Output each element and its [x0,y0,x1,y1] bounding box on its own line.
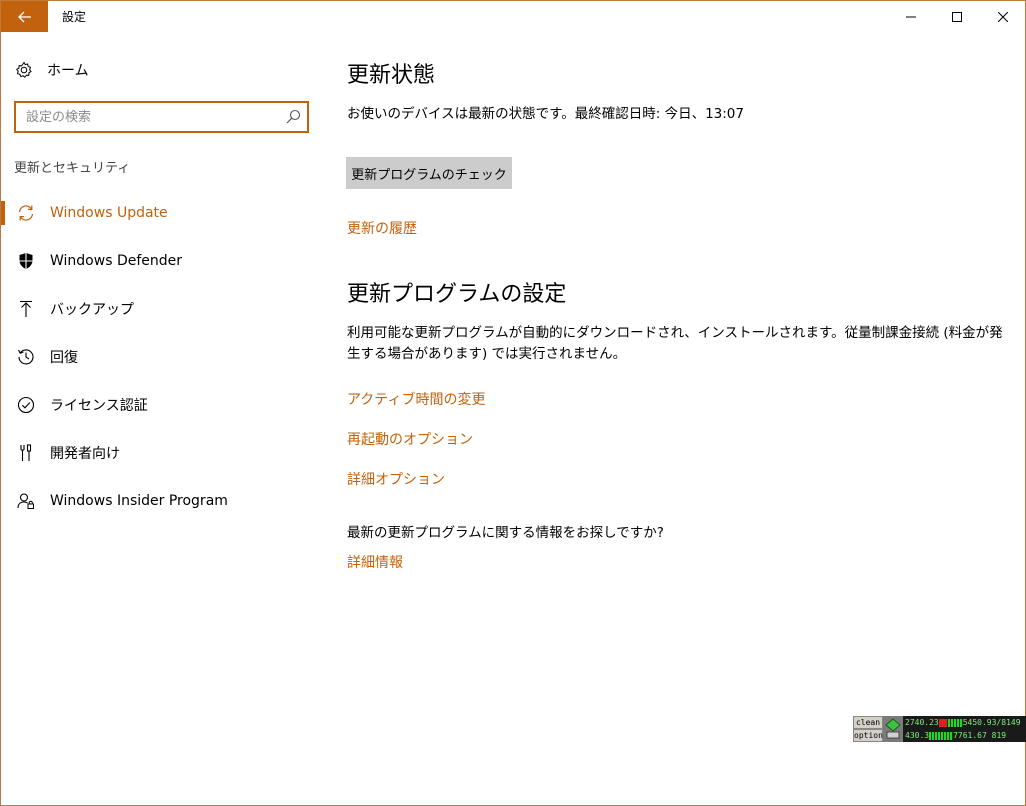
settings-window: 設定 ホーム 更新とセキュリティ [0,0,1026,806]
widget-row-1: 2740.23 5450.93/8149 [905,716,1026,729]
sidebar-item-label: 回復 [50,350,78,366]
widget-buttons: clean option [853,716,883,742]
widget-readouts: 2740.23 5450.93/8149 430.3 7761.67 819 [903,716,1026,742]
chip-icon [885,718,901,739]
close-button[interactable] [980,1,1025,32]
active-indicator [1,201,5,225]
cpu-meter [938,718,963,727]
sidebar-item-label: Windows Update [50,205,168,221]
check-for-updates-button[interactable]: 更新プログラムのチェック [346,157,512,189]
widget-row-2: 430.3 7761.67 819 [905,729,1026,742]
title-bar: 設定 [1,1,1025,32]
memory-icon[interactable] [883,716,903,742]
sidebar-item-developers[interactable]: 開発者向け [1,433,321,473]
option-button[interactable]: option [853,729,883,742]
home-nav-item[interactable]: ホーム [15,59,89,81]
sidebar-item-windows-update[interactable]: Windows Update [1,193,321,233]
sidebar-item-activation[interactable]: ライセンス認証 [1,385,321,425]
minimize-icon [906,16,916,17]
search-box[interactable] [14,101,309,133]
insider-user-icon [17,493,34,509]
restart-options-link[interactable]: 再起動のオプション [347,429,473,449]
gear-icon [16,61,32,78]
maximize-button[interactable] [934,1,980,32]
sidebar-item-backup[interactable]: バックアップ [1,289,321,329]
update-settings-description: 利用可能な更新プログラムが自動的にダウンロードされ、インストールされます。従量制… [347,325,1003,362]
more-info-link[interactable]: 詳細情報 [347,552,403,572]
developer-tools-icon [20,444,32,461]
system-monitor-widget: clean option 2740.23 5450.93/8149 430.3 77… [853,716,1026,742]
sync-icon [18,205,34,221]
sidebar-item-windows-defender[interactable]: Windows Defender [1,241,321,281]
home-label: ホーム [47,63,89,79]
sidebar-item-label: バックアップ [50,302,134,318]
sidebar-item-label: 開発者向け [50,446,120,462]
section-heading: 更新とセキュリティ [14,161,131,176]
swap-value: 7761.67 819 [953,731,1007,740]
clean-button[interactable]: clean [853,716,883,729]
history-icon [18,349,34,365]
window-title: 設定 [62,10,87,24]
info-question: 最新の更新プログラムに関する情報をお探しですか? [347,525,664,541]
memory-value: 5450.93/8149 [962,718,1021,727]
search-icon[interactable] [286,109,301,124]
active-hours-link[interactable]: アクティブ時間の変更 [347,389,485,409]
sidebar-item-label: ライセンス認証 [50,398,148,414]
disk-meter [929,731,954,740]
cpu-value: 2740.23 [905,718,939,727]
update-status-text: お使いのデバイスは最新の状態です。最終確認日時: 今日、13:07 [347,106,744,122]
sidebar-item-recovery[interactable]: 回復 [1,337,321,377]
maximize-icon [952,11,962,22]
back-button[interactable] [1,1,48,32]
update-settings-heading: 更新プログラムの設定 [347,282,567,307]
sidebar-item-label: Windows Defender [50,253,183,269]
shield-icon [19,253,33,269]
disk-value: 430.3 [905,731,930,740]
sidebar-item-label: Windows Insider Program [50,493,228,509]
update-status-heading: 更新状態 [347,63,436,88]
back-arrow-icon [17,11,31,22]
close-icon [998,11,1008,22]
upload-arrow-icon [20,300,32,317]
minimize-button[interactable] [888,1,934,32]
update-history-link[interactable]: 更新の履歴 [347,218,417,238]
advanced-options-link[interactable]: 詳細オプション [347,469,445,489]
search-input[interactable] [16,103,286,131]
check-circle-icon [17,396,35,414]
sidebar-item-insider-program[interactable]: Windows Insider Program [1,481,321,521]
